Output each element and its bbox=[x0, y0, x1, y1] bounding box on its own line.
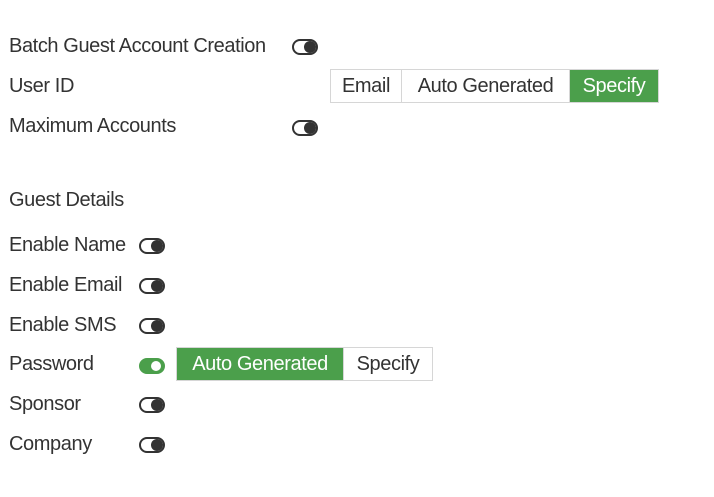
toggle-off-icon bbox=[151, 399, 163, 411]
sponsor-toggle[interactable] bbox=[139, 397, 165, 413]
toggle-on-icon bbox=[151, 361, 161, 371]
password-segmented-control: Auto Generated Specify bbox=[176, 347, 433, 381]
password-option-auto-generated[interactable]: Auto Generated bbox=[177, 348, 344, 380]
toggle-off-icon bbox=[151, 439, 163, 451]
maximum-accounts-label: Maximum Accounts bbox=[9, 115, 176, 137]
user-id-option-specify[interactable]: Specify bbox=[570, 70, 658, 102]
enable-email-label: Enable Email bbox=[9, 274, 123, 296]
company-toggle[interactable] bbox=[139, 437, 165, 453]
sponsor-label: Sponsor bbox=[9, 393, 81, 415]
enable-name-toggle[interactable] bbox=[139, 238, 165, 254]
enable-name-label: Enable Name bbox=[9, 234, 126, 256]
maximum-accounts-toggle[interactable] bbox=[292, 120, 318, 136]
toggle-off-icon bbox=[304, 41, 316, 53]
user-id-segmented-control: Email Auto Generated Specify bbox=[330, 69, 659, 103]
enable-sms-label: Enable SMS bbox=[9, 314, 117, 336]
toggle-off-icon bbox=[151, 320, 163, 332]
toggle-off-icon bbox=[151, 240, 163, 252]
batch-creation-toggle[interactable] bbox=[292, 39, 318, 55]
enable-sms-toggle[interactable] bbox=[139, 318, 165, 334]
guest-details-heading: Guest Details bbox=[9, 189, 124, 211]
user-id-option-email[interactable]: Email bbox=[331, 70, 402, 102]
batch-creation-label: Batch Guest Account Creation bbox=[9, 35, 266, 57]
toggle-off-icon bbox=[151, 280, 163, 292]
user-id-option-auto-generated[interactable]: Auto Generated bbox=[402, 70, 570, 102]
password-toggle[interactable] bbox=[139, 358, 165, 374]
enable-email-toggle[interactable] bbox=[139, 278, 165, 294]
password-option-specify[interactable]: Specify bbox=[344, 348, 432, 380]
company-label: Company bbox=[9, 433, 92, 455]
password-label: Password bbox=[9, 353, 94, 375]
toggle-off-icon bbox=[304, 122, 316, 134]
user-id-label: User ID bbox=[9, 75, 74, 97]
